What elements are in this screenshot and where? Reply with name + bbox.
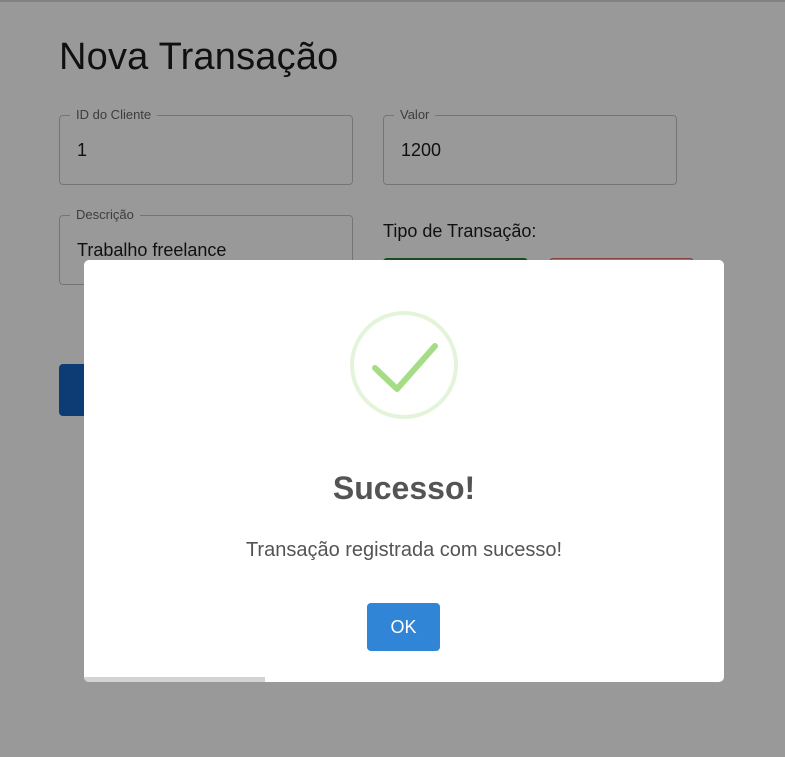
- dialog-message: Transação registrada com sucesso!: [245, 539, 563, 561]
- timer-progress-bar: [84, 677, 266, 682]
- ok-button[interactable]: OK: [367, 603, 440, 651]
- dialog-title: Sucesso!: [332, 470, 476, 506]
- timer-progress-track: [84, 677, 724, 682]
- checkmark-icon: [350, 311, 458, 419]
- success-dialog: Sucesso! Transação registrada com sucess…: [84, 260, 724, 682]
